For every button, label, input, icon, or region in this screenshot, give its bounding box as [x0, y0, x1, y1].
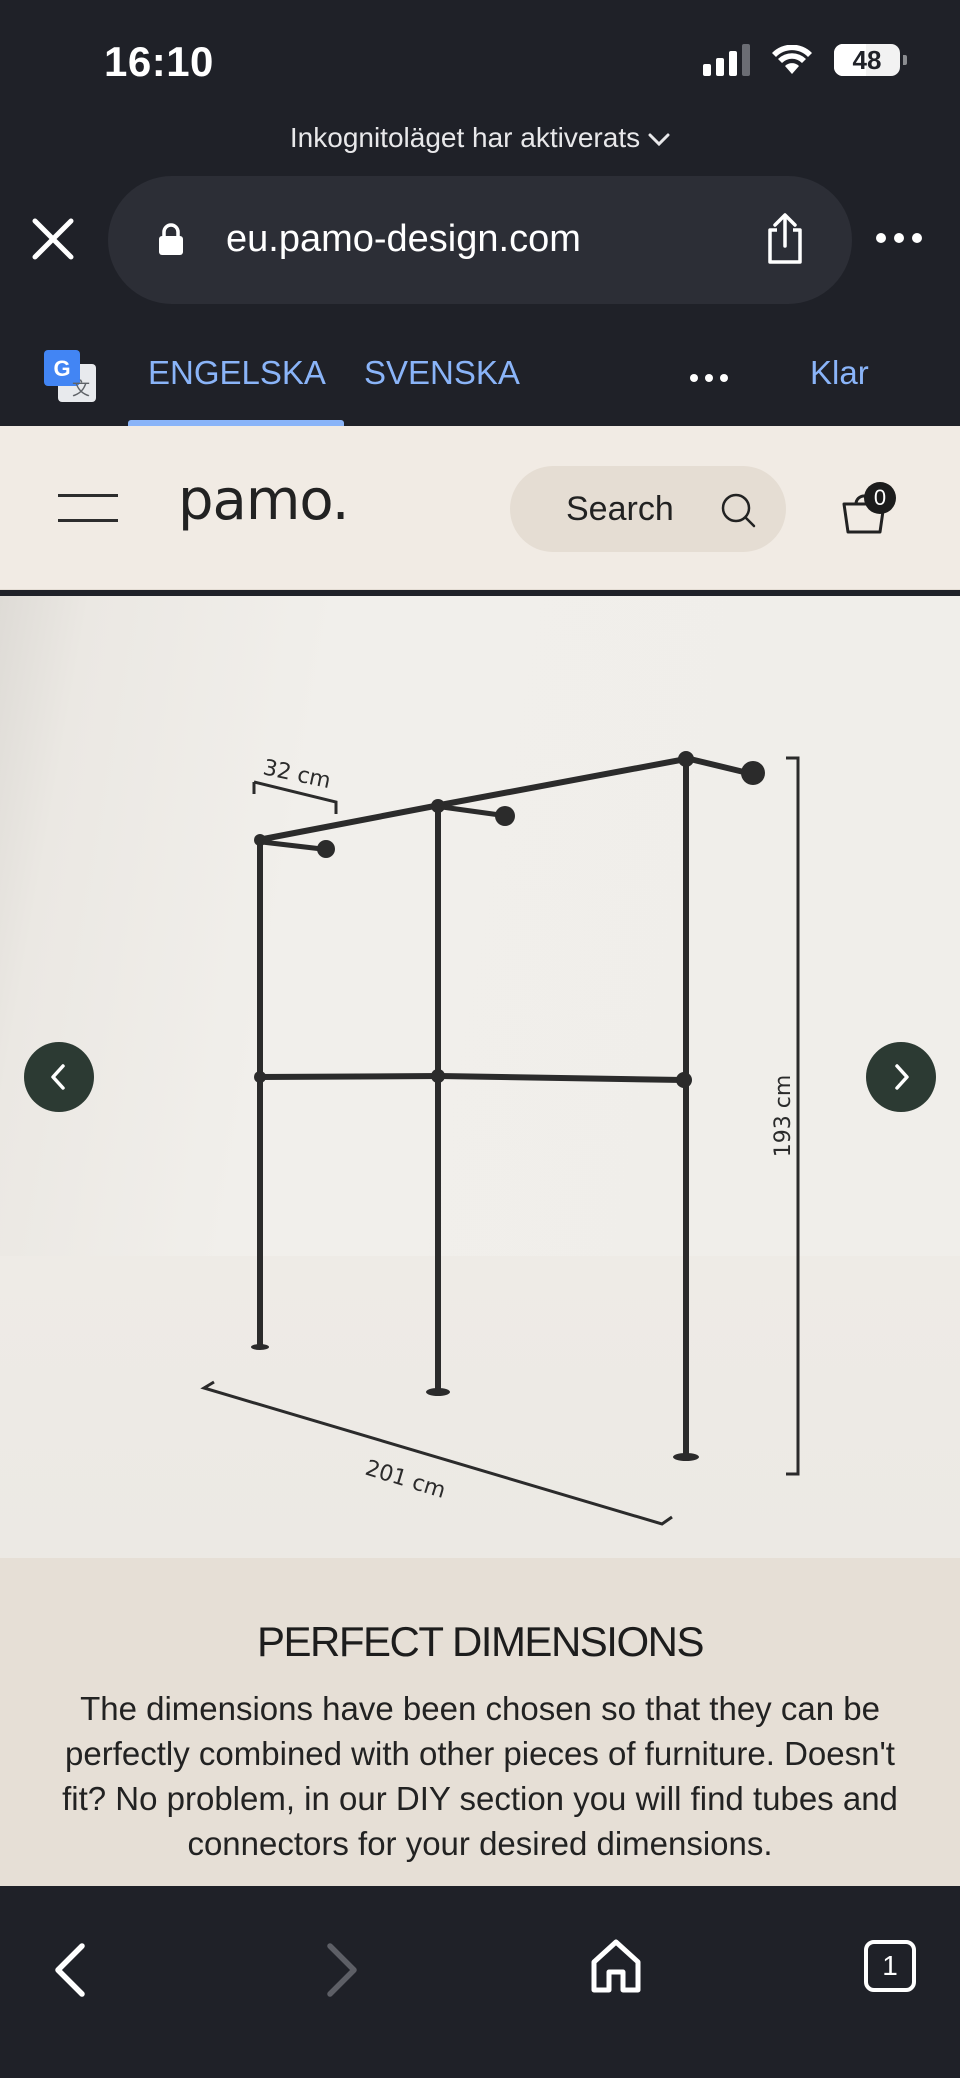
width-dimension-label: 201 cm [362, 1456, 448, 1504]
svg-text:文: 文 [72, 379, 90, 400]
tabs-button[interactable]: 1 [864, 1940, 916, 1992]
close-icon[interactable] [30, 216, 76, 262]
carousel-prev-button[interactable] [24, 1042, 94, 1112]
section-body: The dimensions have been chosen so that … [62, 1690, 898, 1862]
more-options-icon[interactable] [876, 228, 926, 248]
chevron-right-icon [895, 1064, 909, 1090]
lock-icon [159, 223, 183, 255]
chevron-down-icon [648, 133, 670, 146]
home-icon[interactable] [590, 1938, 642, 1996]
translate-done-button[interactable]: Klar [810, 354, 869, 392]
browser-toolbar: 1 [0, 1886, 960, 2078]
translate-options-icon[interactable] [690, 374, 728, 382]
browser-url-row: eu.pamo-design.com [0, 168, 960, 308]
forward-icon[interactable] [322, 1940, 362, 2000]
address-bar[interactable]: eu.pamo-design.com [108, 176, 852, 304]
search-icon[interactable] [718, 490, 758, 530]
carousel-next-button[interactable] [866, 1042, 936, 1112]
tab-engelska[interactable]: ENGELSKA [148, 354, 326, 392]
back-icon[interactable] [50, 1940, 90, 2000]
battery-icon: 48 [834, 44, 907, 76]
share-icon[interactable] [762, 212, 808, 266]
google-translate-icon: G 文 [44, 350, 96, 402]
site-header: pamo. 0 [0, 426, 960, 590]
svg-text:G: G [53, 356, 70, 381]
menu-icon[interactable] [58, 494, 118, 522]
tab-svenska[interactable]: SVENSKA [364, 354, 520, 392]
depth-dimension-label: 32 cm [261, 755, 333, 794]
search-box[interactable] [510, 466, 786, 552]
cellular-signal-icon [703, 44, 750, 76]
wifi-icon [772, 45, 812, 74]
cart-count-badge: 0 [864, 482, 896, 514]
height-dimension-label: 193 cm [771, 1075, 796, 1158]
status-bar: 16:10 48 [0, 0, 960, 118]
search-input[interactable] [566, 488, 674, 530]
status-icons: 48 [703, 44, 907, 76]
site-logo[interactable]: pamo. [178, 468, 349, 533]
product-description: PERFECT DIMENSIONS The dimensions have b… [0, 1558, 960, 1886]
incognito-notice-text: Inkognitoläget har aktiverats [289, 122, 641, 153]
status-time: 16:10 [104, 38, 214, 85]
battery-level: 48 [852, 44, 882, 75]
chevron-left-icon [51, 1064, 65, 1090]
url-text: eu.pamo-design.com [226, 218, 581, 260]
translate-bar: G 文 ENGELSKA SVENSKA Klar [0, 318, 960, 426]
section-title: PERFECT DIMENSIONS [257, 1618, 704, 1665]
clothes-rack-illustration: 32 cm 193 cm 201 cm [200, 751, 800, 1526]
incognito-notice[interactable]: Inkognitoläget har aktiverats [0, 122, 960, 154]
product-image: 32 cm 193 cm 201 cm [0, 596, 960, 1558]
